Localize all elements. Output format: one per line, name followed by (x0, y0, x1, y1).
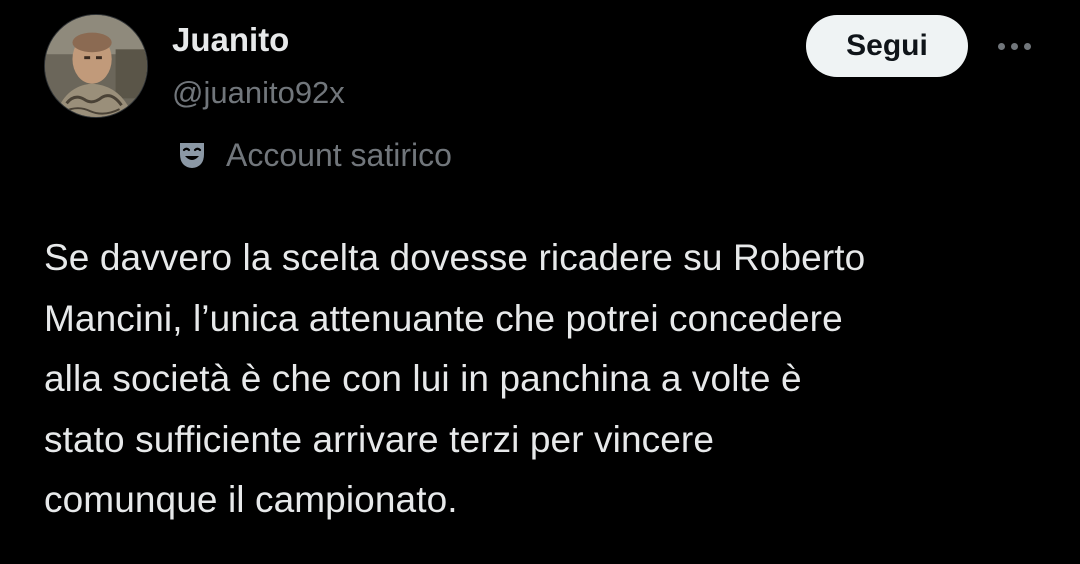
avatar-image (45, 15, 147, 117)
tweet-text-line: Se davvero la scelta dovesse ricadere su… (44, 237, 866, 278)
more-dot (1010, 42, 1018, 50)
avatar[interactable] (44, 14, 148, 118)
more-dot (1023, 42, 1031, 50)
account-label: Account satirico (172, 133, 452, 177)
tweet-text-line: alla società è che con lui in panchina a… (44, 358, 802, 399)
theater-mask-icon (172, 135, 212, 175)
author-display-name[interactable]: Juanito (172, 20, 289, 60)
follow-button[interactable]: Segui (806, 15, 968, 77)
account-label-text: Account satirico (226, 136, 452, 173)
more-dot (997, 42, 1005, 50)
tweet-card: Juanito @juanito92x Account satirico Seg… (0, 0, 1080, 564)
tweet-text-line: Mancini, l’unica attenuante che potrei c… (44, 297, 843, 339)
more-options-icon[interactable] (988, 30, 1040, 62)
tweet-text-line: comunque il campionato. (44, 479, 458, 520)
tweet-text: Se davvero la scelta dovesse ricadere su… (44, 228, 1054, 531)
author-handle[interactable]: @juanito92x (172, 73, 345, 113)
tweet-text-line: stato sufficiente arrivare terzi per vin… (44, 418, 715, 460)
